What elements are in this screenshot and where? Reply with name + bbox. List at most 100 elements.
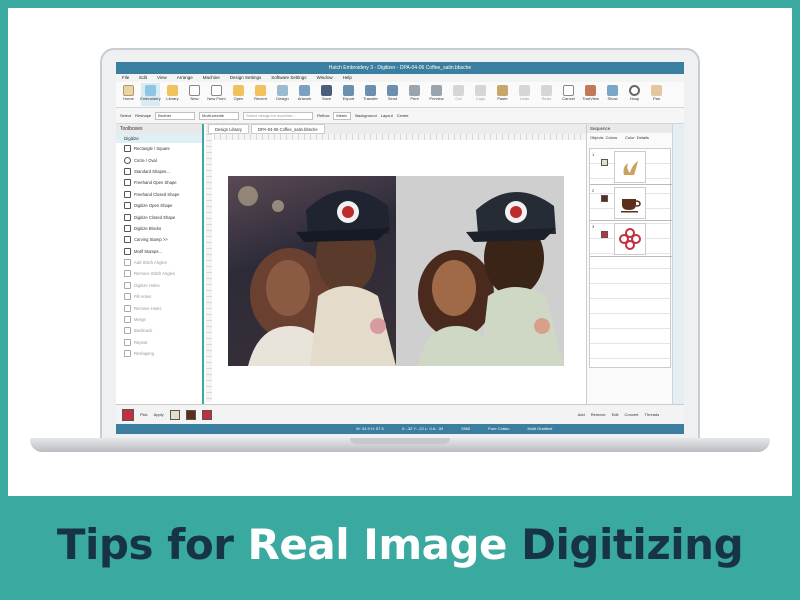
brand-select[interactable]: Brother xyxy=(155,111,196,120)
cut-button[interactable]: Cut xyxy=(449,83,468,106)
tab-colors[interactable]: Colors xyxy=(606,135,618,140)
status-thread-type: Pure Cotton xyxy=(488,426,510,431)
embroidery-button[interactable]: Embroidery xyxy=(140,83,161,106)
tool-standard-shapes[interactable]: Standard Shapes... xyxy=(116,166,202,177)
select-tool[interactable]: Select xyxy=(120,113,131,118)
tool-carving-stamp[interactable]: Carving Stamp >> xyxy=(116,234,202,245)
tool-reshaping[interactable]: Reshaping xyxy=(116,348,202,359)
pick-button[interactable]: Pick xyxy=(140,412,148,417)
new-button[interactable]: New xyxy=(185,83,204,106)
current-color-swatch[interactable] xyxy=(122,408,134,421)
merge-icon xyxy=(124,316,131,324)
menu-arrange[interactable]: Arrange xyxy=(177,74,193,82)
tool-fill-holes[interactable]: Fill Holes xyxy=(116,291,202,302)
reshape-tool[interactable]: Reshape xyxy=(135,113,151,118)
print-icon xyxy=(409,85,420,96)
tool-motif-stamps[interactable]: Motif Stamps... xyxy=(116,246,202,257)
remove-button[interactable]: Remove xyxy=(591,412,606,417)
sequence-row[interactable]: 1 xyxy=(590,149,672,185)
center-button[interactable]: Center xyxy=(397,113,409,118)
library-button[interactable]: Library xyxy=(163,83,182,106)
save-button[interactable]: Save xyxy=(317,83,336,106)
edit-button[interactable]: Edit xyxy=(612,412,619,417)
sequence-row[interactable]: 2 xyxy=(590,185,672,221)
tool-remove-holes[interactable]: Remove Holes xyxy=(116,302,202,313)
menu-machine[interactable]: Machine xyxy=(203,74,220,82)
col-details: Details xyxy=(636,135,649,140)
layout-button[interactable]: Layout xyxy=(381,113,393,118)
status-coordinates: X: -32 Y: -22 L: 0 A: -33 xyxy=(401,426,444,431)
units-select[interactable]: Metric xyxy=(333,111,352,120)
recent-button[interactable]: Recent xyxy=(251,83,270,106)
export-button[interactable]: Export xyxy=(339,83,358,106)
preview-button[interactable]: Preview xyxy=(427,83,446,106)
undo-button[interactable]: Undo xyxy=(515,83,534,106)
transfer-icon xyxy=(365,85,376,96)
palette-swatch[interactable] xyxy=(185,409,196,420)
cancel-button[interactable]: Cancel xyxy=(559,83,578,106)
menu-view[interactable]: View xyxy=(157,74,167,82)
reflow-button[interactable]: Reflow xyxy=(317,113,329,118)
new-from-button[interactable]: New From xyxy=(207,83,226,106)
threads-button[interactable]: Threads xyxy=(645,412,660,417)
tool-digitize-open[interactable]: Digitize Open Shape xyxy=(116,200,202,211)
tool-freehand-closed[interactable]: Freehand Closed Shape xyxy=(116,189,202,200)
digitize-section[interactable]: Digitize xyxy=(116,134,202,143)
tab-current-design[interactable]: DPA-04-06 Coffee_satin.bbsche xyxy=(251,124,325,134)
toolbox-title: Toolboxes xyxy=(116,124,202,134)
print-button[interactable]: Print xyxy=(405,83,424,106)
menu-help[interactable]: Help xyxy=(343,74,352,82)
tab-objects[interactable]: Objects xyxy=(590,135,604,140)
new-icon xyxy=(189,85,200,96)
tool-merge[interactable]: Merge xyxy=(116,314,202,325)
open-button[interactable]: Open xyxy=(229,83,248,106)
menu-edit[interactable]: Edit xyxy=(139,74,147,82)
tool-backtrack[interactable]: Backtrack xyxy=(116,325,202,336)
menu-file[interactable]: File xyxy=(122,74,129,82)
laptop-notch xyxy=(350,438,450,444)
menu-design-settings[interactable]: Design Settings xyxy=(230,74,262,82)
machine-search-input[interactable]: Select design for machine... xyxy=(243,111,314,120)
tool-digitize-holes[interactable]: Digitize Holes xyxy=(116,280,202,291)
menu-window[interactable]: Window xyxy=(317,74,333,82)
show-button[interactable]: Show xyxy=(603,83,622,106)
tool-freehand-open[interactable]: Freehand Open Shape xyxy=(116,177,202,188)
tool-repeat[interactable]: Repeat xyxy=(116,337,202,348)
reshaping-icon xyxy=(124,350,131,358)
add-button[interactable]: Add xyxy=(578,412,585,417)
palette-swatch[interactable] xyxy=(201,409,212,420)
palette-swatch[interactable] xyxy=(169,409,180,420)
tab-design-library[interactable]: Design Library xyxy=(208,124,249,134)
paste-button[interactable]: Paste xyxy=(493,83,512,106)
tool-circle[interactable]: Circle / Oval xyxy=(116,154,202,165)
backtrack-icon xyxy=(124,327,131,335)
col-color: Color xyxy=(625,135,635,140)
redo-button[interactable]: Redo xyxy=(537,83,556,106)
pan-button[interactable]: Pan xyxy=(647,83,666,106)
docker-tabs[interactable] xyxy=(672,124,684,404)
hoop-icon xyxy=(629,85,640,96)
window-title: Hatch Embroidery 3 - Digitizer - DPA-04-… xyxy=(116,62,684,74)
home-button[interactable]: Home xyxy=(119,83,138,106)
tool-digitize-closed[interactable]: Digitize Closed Shape xyxy=(116,211,202,222)
sequence-row[interactable]: 3 xyxy=(590,221,672,257)
convert-button[interactable]: Convert xyxy=(625,412,639,417)
background-button[interactable]: Background xyxy=(355,113,376,118)
copy-button[interactable]: Copy xyxy=(471,83,490,106)
tool-digitize-blocks[interactable]: Digitize Blocks xyxy=(116,223,202,234)
headline: Tips for Real Image Digitizing xyxy=(0,520,800,569)
needle-select[interactable]: Multi-needle xyxy=(199,111,240,120)
transfer-button[interactable]: Transfer xyxy=(361,83,380,106)
tool-add-stitch-angles[interactable]: Add Stitch Angles xyxy=(116,257,202,268)
tool-remove-stitch-angles[interactable]: Remove Stitch Angles xyxy=(116,268,202,279)
apply-button[interactable]: Apply xyxy=(154,412,164,417)
trueview-button[interactable]: TrueView xyxy=(581,83,600,106)
design-button[interactable]: Design xyxy=(273,83,292,106)
menu-software-settings[interactable]: Software Settings xyxy=(271,74,306,82)
remove-angles-icon xyxy=(124,270,131,278)
send-button[interactable]: Send xyxy=(383,83,402,106)
artwork-button[interactable]: Artwork xyxy=(295,83,314,106)
tool-rectangle[interactable]: Rectangle / Square xyxy=(116,143,202,154)
hoop-button[interactable]: Hoop xyxy=(625,83,644,106)
design-canvas[interactable] xyxy=(214,140,586,402)
